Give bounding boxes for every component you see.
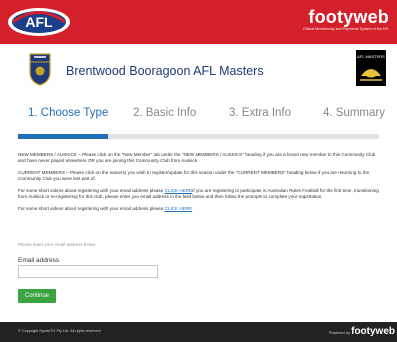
step-extra-info[interactable]: 3. Extra Info [229, 107, 291, 119]
afl-logo[interactable]: AFL [7, 7, 71, 37]
continue-button[interactable]: Continue [18, 289, 56, 303]
email-input[interactable] [18, 265, 158, 278]
progress-bar [18, 134, 379, 139]
click-here-link[interactable]: CLICK HERE [165, 188, 193, 193]
afl-masters-icon: AFL MASTERS [357, 54, 385, 81]
step-basic-info[interactable]: 2. Basic Info [133, 107, 196, 119]
registration-steps: 1. Choose Type 2. Basic Info 3. Extra In… [0, 104, 397, 126]
videos-info-text-2: For some short videos about registering … [18, 206, 164, 211]
afl-masters-badge: AFL MASTERS [356, 50, 386, 86]
email-label: Email address [18, 257, 60, 264]
click-here-link-2[interactable]: CLICK HERE [165, 206, 193, 211]
footyweb-logo-text: footyweb [308, 7, 389, 27]
progress-bar-fill [18, 134, 109, 139]
footyweb-tagline: Official Membership and Payments System … [302, 27, 389, 31]
step-choose-type[interactable]: 1. Choose Type [28, 107, 108, 119]
afl-logo-text: AFL [25, 14, 53, 30]
top-header: AFL footyweb Official Membership and Pay… [0, 0, 397, 44]
new-members-text: NEW MEMBERS / AUSKICK – Please click on … [18, 152, 376, 163]
copyright-text: © Copyright SportsTG Pty Ltd. All rights… [18, 329, 101, 333]
footer-footyweb-logo: footyweb [351, 326, 395, 337]
instructions: NEW MEMBERS / AUSKICK – Please click on … [18, 152, 380, 218]
powered-by[interactable]: Powered by footyweb [329, 326, 395, 337]
videos-info-paragraph-2: For some short videos about registering … [18, 206, 380, 212]
email-hint: Please enter your email address below [18, 242, 96, 247]
afl-masters-badge-text: AFL MASTERS [357, 54, 385, 59]
club-banner: Brentwood Booragoon AFL Masters AFL MAST… [0, 50, 397, 98]
step-summary[interactable]: 4. Summary [323, 107, 385, 119]
footer: © Copyright SportsTG Pty Ltd. All rights… [0, 322, 397, 342]
club-crest-icon [29, 53, 51, 86]
videos-info-text: For some short videos about registering … [18, 188, 164, 193]
footyweb-brand[interactable]: footyweb Official Membership and Payment… [303, 7, 389, 32]
current-members-text: CURRENT MEMBERS – Please click on the na… [18, 170, 370, 181]
powered-by-text: Powered by [328, 330, 350, 335]
club-name: Brentwood Booragoon AFL Masters [66, 64, 264, 78]
videos-info-paragraph: For some short videos about registering … [18, 188, 380, 200]
